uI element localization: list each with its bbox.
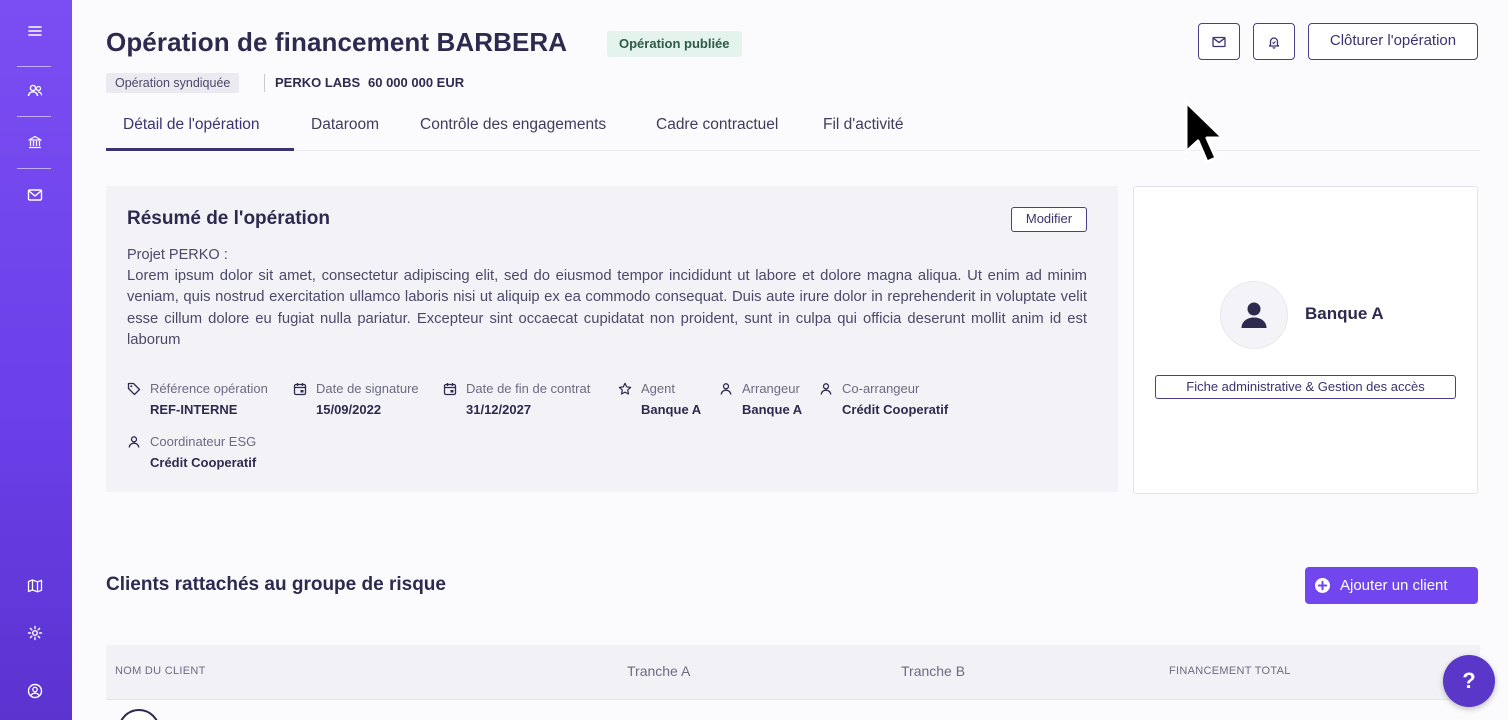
help-button[interactable]: ? xyxy=(1443,655,1495,707)
user-icon xyxy=(1241,302,1267,328)
field-value: REF-INTERNE xyxy=(150,402,238,417)
gear-icon[interactable] xyxy=(24,622,46,644)
project-label: Projet PERKO : xyxy=(127,247,228,263)
field-signature-date: Date de signature 15/09/2022 xyxy=(293,381,438,421)
clients-section-title: Clients rattachés au groupe de risque xyxy=(106,574,446,595)
bank-card xyxy=(1133,186,1478,494)
mail-icon xyxy=(1212,36,1226,48)
bank-icon[interactable] xyxy=(24,131,46,153)
account-icon[interactable] xyxy=(24,680,46,702)
field-label: Co-arrangeur xyxy=(842,381,920,396)
column-header-total[interactable]: FINANCEMENT TOTAL xyxy=(1169,665,1291,677)
mail-icon[interactable] xyxy=(24,184,46,206)
column-header-client[interactable]: NOM DU CLIENT xyxy=(115,665,206,677)
field-value: Crédit Cooperatif xyxy=(150,455,257,470)
sidebar xyxy=(0,0,72,720)
field-label: Date de signature xyxy=(316,381,419,396)
bell-icon xyxy=(1267,35,1281,49)
tab-activity[interactable]: Fil d'activité xyxy=(823,116,903,134)
tag-icon xyxy=(127,382,141,396)
menu-icon[interactable] xyxy=(24,20,46,42)
field-label: Agent xyxy=(641,381,675,396)
column-header-tranche-b[interactable]: Tranche B xyxy=(901,663,965,679)
status-badge: Opération publiée xyxy=(607,31,742,57)
send-message-button[interactable] xyxy=(1198,23,1240,60)
notifications-button[interactable] xyxy=(1253,23,1295,60)
operation-type-tag: Opération syndiquée xyxy=(106,73,240,93)
field-label: Date de fin de contrat xyxy=(466,381,591,396)
field-label: Coordinateur ESG xyxy=(150,434,257,449)
field-label: Référence opération xyxy=(150,381,268,396)
modify-button[interactable]: Modifier xyxy=(1011,207,1087,232)
avatar xyxy=(1220,281,1288,349)
operation-amount: 60 000 000 EUR xyxy=(368,75,465,90)
field-end-date: Date de fin de contrat 31/12/2027 xyxy=(443,381,613,421)
users-icon[interactable] xyxy=(24,80,46,102)
plus-circle-icon xyxy=(1315,578,1330,593)
sidebar-divider xyxy=(17,116,51,117)
calendar-icon xyxy=(293,383,307,396)
mouse-cursor-icon xyxy=(1184,100,1225,164)
operation-description: Lorem ipsum dolor sit amet, consectetur … xyxy=(127,268,1087,348)
star-icon xyxy=(618,382,632,395)
tab-detail[interactable]: Détail de l'opération xyxy=(123,116,260,134)
meta-divider xyxy=(264,74,265,92)
add-client-label: Ajouter un client xyxy=(1340,577,1448,594)
tabs-divider xyxy=(106,150,1480,151)
field-agent: Agent Banque A xyxy=(618,381,713,421)
admin-access-button[interactable]: Fiche administrative & Gestion des accès xyxy=(1155,375,1456,399)
client-avatar xyxy=(118,709,160,720)
active-tab-indicator xyxy=(106,148,294,151)
tab-dataroom[interactable]: Dataroom xyxy=(311,116,379,134)
close-operation-button[interactable]: Clôturer l'opération xyxy=(1308,23,1478,60)
company-name: PERKO LABS xyxy=(275,75,361,90)
field-value: Banque A xyxy=(641,402,702,417)
field-co-arranger: Co-arrangeur Crédit Cooperatif xyxy=(819,381,964,421)
person-icon xyxy=(128,436,140,448)
map-icon[interactable] xyxy=(24,575,46,597)
sidebar-divider xyxy=(17,66,51,67)
field-value: Crédit Cooperatif xyxy=(842,402,949,417)
field-label: Arrangeur xyxy=(742,381,800,396)
page-title: Opération de financement BARBERA xyxy=(106,27,568,57)
person-icon xyxy=(820,383,832,395)
field-arranger: Arrangeur Banque A xyxy=(719,381,814,421)
column-header-tranche-a[interactable]: Tranche A xyxy=(627,663,690,679)
field-value: Banque A xyxy=(742,402,803,417)
field-value: 31/12/2027 xyxy=(466,402,532,417)
tab-engagements[interactable]: Contrôle des engagements xyxy=(420,116,606,134)
calendar-icon xyxy=(443,383,457,396)
field-reference: Référence opération REF-INTERNE xyxy=(127,381,287,421)
field-esg-coordinator: Coordinateur ESG Crédit Cooperatif xyxy=(127,434,287,474)
sidebar-divider xyxy=(17,168,51,169)
bank-name: Banque A xyxy=(1305,304,1384,323)
add-client-button[interactable]: Ajouter un client xyxy=(1305,567,1478,604)
tab-contractual[interactable]: Cadre contractuel xyxy=(656,116,778,134)
field-value: 15/09/2022 xyxy=(316,402,382,417)
summary-title: Résumé de l'opération xyxy=(127,208,331,229)
person-icon xyxy=(720,383,732,395)
